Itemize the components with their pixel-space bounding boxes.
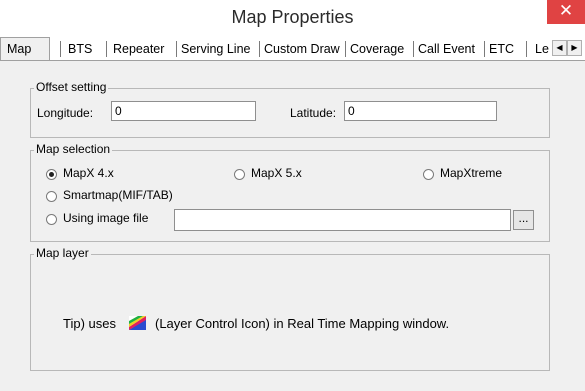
tab-repeater[interactable]: Repeater [113,40,164,58]
image-file-path-input[interactable] [174,209,511,231]
tab-call-event[interactable]: Call Event [418,40,475,58]
tab-separator [176,41,177,57]
longitude-input[interactable]: 0 [111,101,256,121]
tab-scroll-left-button[interactable]: ◀ [552,40,567,56]
map-layer-group [30,254,550,371]
window-title: Map Properties [231,7,354,27]
tab-map[interactable]: Map [7,40,31,58]
tab-separator [345,41,346,57]
tab-separator [484,41,485,57]
tip-prefix: Tip) uses [63,316,116,331]
tab-separator [526,41,527,57]
tab-panel: Offset setting Longitude: 0 Latitude: 0 … [0,60,585,391]
tab-separator [60,41,61,57]
tab-coverage[interactable]: Coverage [350,40,404,58]
mapxtreme-radio[interactable] [423,169,434,180]
latitude-label: Latitude: [290,106,337,120]
longitude-label: Longitude: [37,106,94,120]
map-selection-legend: Map selection [34,142,113,156]
tab-custom-draw[interactable]: Custom Draw [264,40,340,58]
map-layer-legend: Map layer [34,246,91,260]
smartmap-radio[interactable] [46,191,57,202]
mapx5-radio[interactable] [234,169,245,180]
mapx5-label[interactable]: MapX 5.x [251,166,302,180]
tab-serving-line[interactable]: Serving Line [181,40,251,58]
tab-separator [106,41,107,57]
title-bar: Map Properties ✕ [0,0,585,36]
tab-separator [259,41,260,57]
tab-strip: Map BTS Repeater Serving Line Custom Dra… [0,36,585,60]
mapx4-radio[interactable] [46,169,57,180]
tab-scroll-right-button[interactable]: ▶ [567,40,582,56]
mapxtreme-label[interactable]: MapXtreme [440,166,502,180]
tip-suffix: (Layer Control Icon) in Real Time Mappin… [155,316,450,331]
layer-control-icon [129,316,146,330]
tab-separator [413,41,414,57]
close-button[interactable]: ✕ [547,0,585,24]
latitude-input[interactable]: 0 [344,101,497,121]
browse-button[interactable]: ... [513,210,534,230]
tab-etc[interactable]: ETC [489,40,514,58]
tab-bts[interactable]: BTS [68,40,92,58]
image-file-label[interactable]: Using image file [63,211,148,225]
offset-setting-legend: Offset setting [34,80,109,94]
mapx4-label[interactable]: MapX 4.x [63,166,114,180]
image-file-radio[interactable] [46,214,57,225]
smartmap-label[interactable]: Smartmap(MIF/TAB) [63,188,173,202]
